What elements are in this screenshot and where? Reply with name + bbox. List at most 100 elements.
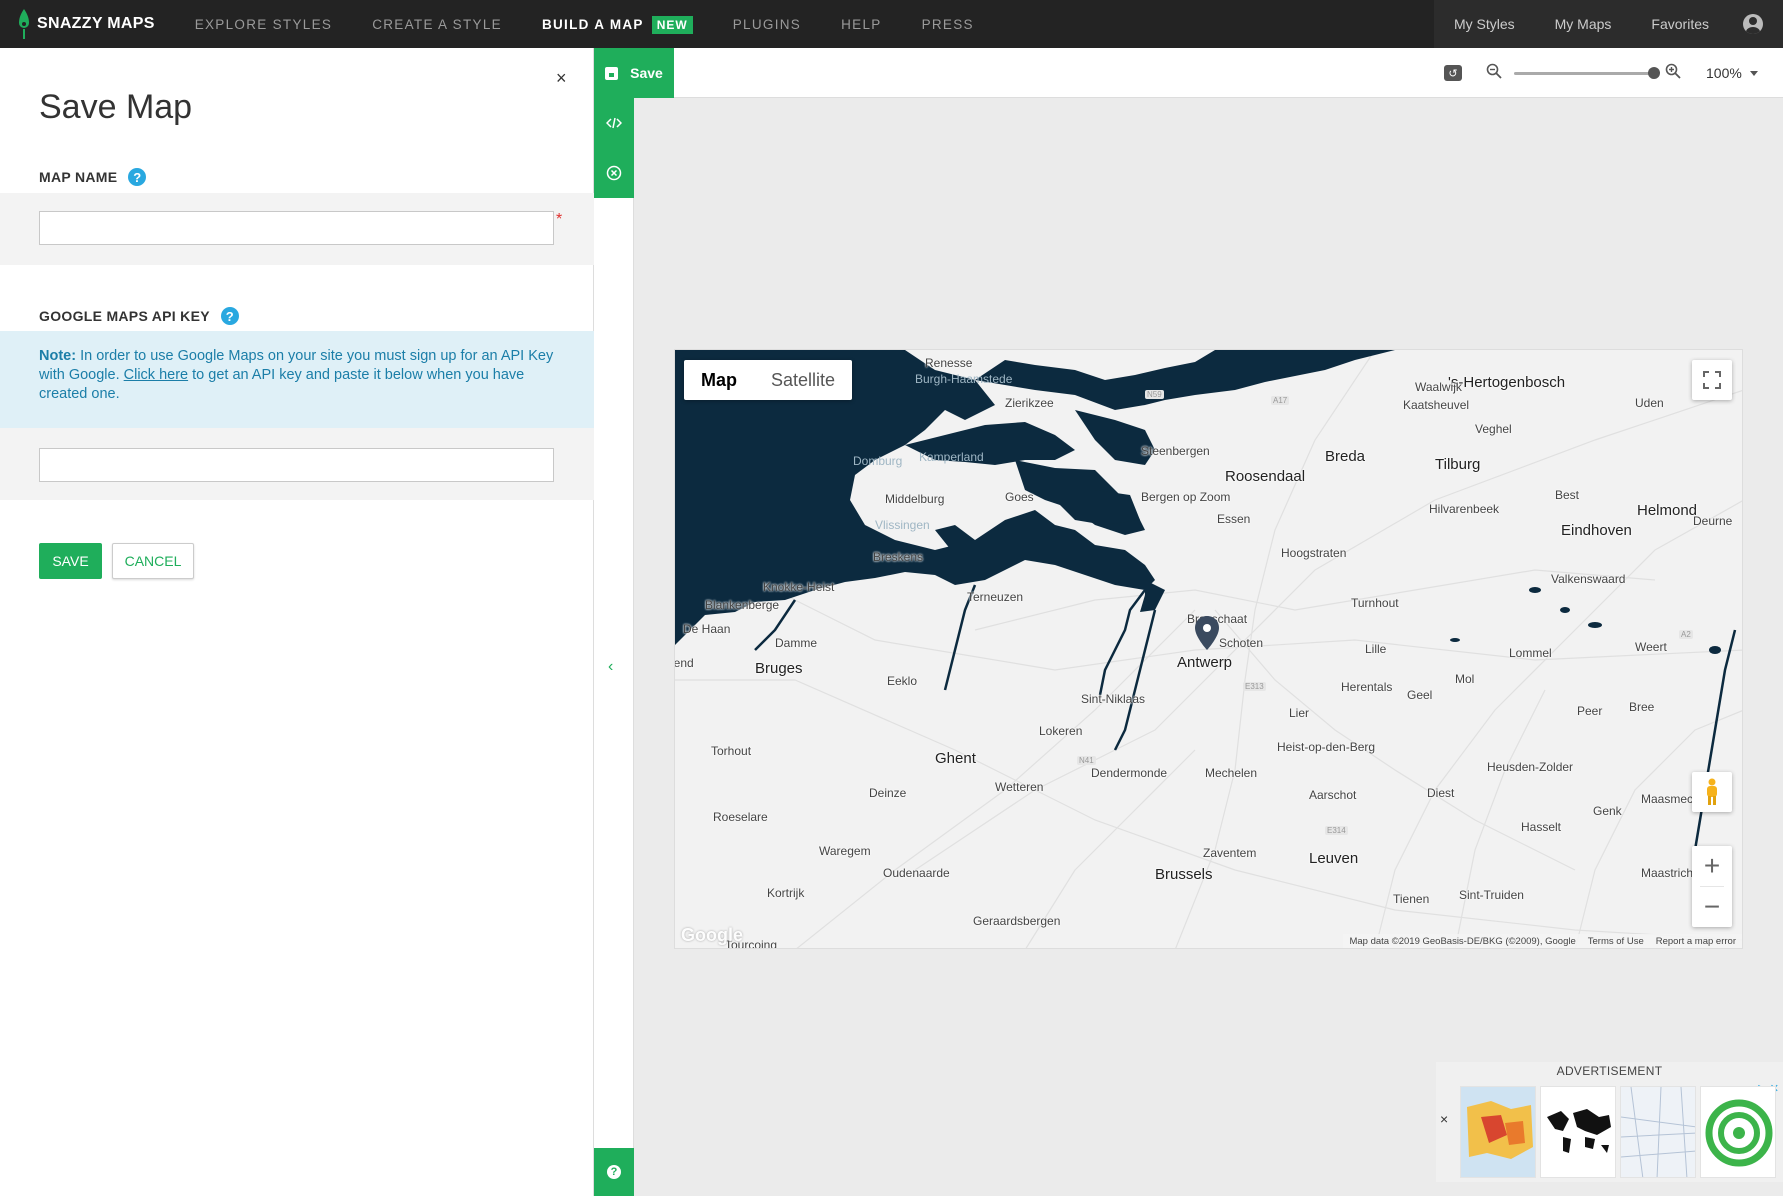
map-place-label: Zierikzee [1005, 396, 1054, 410]
page-title: Save Map [39, 88, 193, 126]
map-place-label: Uden [1635, 396, 1664, 410]
fullscreen-icon [1703, 371, 1721, 389]
map-place-label: Veghel [1475, 422, 1512, 436]
map-place-label: Kamperland [919, 450, 984, 464]
clear-button[interactable] [594, 148, 634, 198]
map-type-map-button[interactable]: Map [684, 360, 754, 400]
zoom-level-select[interactable]: 100% [1706, 65, 1758, 81]
map-place-label: Waregem [819, 844, 871, 858]
top-navigation: SNAZZY MAPS EXPLORE STYLES CREATE A STYL… [0, 0, 1783, 48]
map-place-label: Waalwijk [1415, 380, 1462, 394]
nav-press[interactable]: PRESS [922, 17, 974, 32]
map-place-label: Torhout [711, 744, 752, 758]
reset-icon[interactable]: ↺ [1444, 65, 1462, 81]
map-place-label: Heusden-Zolder [1487, 760, 1574, 774]
map-type-satellite-button[interactable]: Satellite [754, 360, 852, 400]
map-place-label: Damme [775, 636, 818, 650]
pegman-icon [1707, 778, 1717, 805]
zoom-slider-handle[interactable] [1648, 67, 1660, 79]
required-marker: * [556, 211, 563, 228]
click-here-link[interactable]: Click here [124, 367, 188, 383]
nav-my-maps[interactable]: My Maps [1535, 16, 1632, 32]
map-place-label: Ghent [935, 750, 976, 767]
brand-name: SNAZZY MAPS [37, 15, 155, 32]
map-place-label: Schoten [1219, 636, 1264, 650]
map-zoom-out-button[interactable]: − [1692, 887, 1732, 927]
save-button[interactable]: SAVE [39, 543, 102, 579]
map-place-label: Sint-Niklaas [1081, 692, 1146, 706]
map-place-label: Lier [1289, 706, 1310, 720]
ad-thumbnail[interactable] [1700, 1086, 1776, 1178]
api-key-label-text: GOOGLE MAPS API KEY [39, 308, 210, 324]
map-place-label: Knokke-Heist [763, 580, 835, 594]
map-place-label: Kortrijk [767, 886, 805, 900]
map-place-label: Terneuzen [967, 590, 1024, 604]
embed-code-button[interactable] [594, 98, 634, 148]
road-shield: A17 [1271, 396, 1290, 405]
nav-plugins[interactable]: PLUGINS [733, 17, 801, 32]
map-place-label: Hoogstraten [1281, 546, 1347, 560]
map-place-label: Goes [1005, 490, 1034, 504]
nav-create-a-style[interactable]: CREATE A STYLE [372, 17, 502, 32]
nav-build-a-map-label: BUILD A MAP [541, 16, 644, 32]
map-place-label: Peer [1577, 704, 1603, 718]
map-place-label: Herentals [1341, 680, 1393, 694]
help-button[interactable]: ? [594, 1148, 634, 1196]
help-icon[interactable]: ? [220, 307, 239, 325]
nav-build-a-map[interactable]: BUILD A MAP NEW [541, 15, 693, 34]
nav-explore-styles[interactable]: EXPLORE STYLES [195, 17, 333, 32]
map-attribution: Map data ©2019 GeoBasis-DE/BKG (©2009), … [1343, 934, 1742, 948]
brand-logo[interactable]: SNAZZY MAPS [0, 0, 155, 48]
zoom-in-icon[interactable] [1665, 63, 1681, 79]
map-place-label: De Haan [683, 622, 731, 636]
user-circle-icon[interactable] [1743, 14, 1763, 34]
map-name-input[interactable] [39, 211, 554, 245]
nav-favorites[interactable]: Favorites [1631, 16, 1729, 32]
map-place-label: Dendermonde [1091, 766, 1168, 780]
map-place-label: Deinze [869, 786, 907, 800]
ad-thumbnail[interactable] [1540, 1086, 1616, 1178]
report-map-error-link[interactable]: Report a map error [1650, 936, 1742, 947]
map-place-label: Eindhoven [1561, 522, 1632, 539]
map-place-label: Vlissingen [875, 518, 930, 532]
chevron-left-icon[interactable]: ‹ [608, 658, 613, 676]
zoom-out-icon[interactable] [1486, 63, 1502, 79]
map-place-label: Steenbergen [1141, 444, 1210, 458]
map-place-label: Maastricht [1641, 866, 1697, 880]
nav-my-styles[interactable]: My Styles [1434, 16, 1535, 32]
cancel-button[interactable]: CANCEL [112, 543, 194, 579]
map-place-label: Ostend [674, 656, 694, 670]
map-place-label: Leuven [1309, 850, 1359, 867]
fullscreen-button[interactable] [1692, 360, 1732, 400]
map-place-label: Heist-op-den-Berg [1277, 740, 1376, 754]
map-type-control: Map Satellite [684, 360, 853, 400]
toolbar-save-button[interactable]: Save [594, 48, 674, 98]
advertisement: ADVERTISEMENT × ▷ ✕ [1436, 1062, 1783, 1182]
map-place-label: Lokeren [1039, 724, 1083, 738]
map-toolbar: Save ↺ 100% [594, 48, 1783, 98]
terms-of-use-link[interactable]: Terms of Use [1582, 936, 1650, 947]
ad-thumbnail[interactable] [1620, 1086, 1696, 1178]
toolbar-save-label: Save [630, 65, 663, 81]
street-view-pegman[interactable] [1692, 772, 1732, 812]
close-icon[interactable]: × [556, 68, 567, 89]
map-place-label: Tilburg [1435, 456, 1481, 473]
nav-help[interactable]: HELP [841, 17, 881, 32]
caret-down-icon [1749, 70, 1758, 76]
map-place-label: Deurne [1693, 514, 1733, 528]
save-disk-icon [605, 66, 619, 80]
google-logo: Google [681, 925, 743, 945]
zoom-slider-track[interactable] [1514, 72, 1654, 75]
map-place-label: Breskens [873, 550, 924, 564]
map-zoom-in-button[interactable]: + [1692, 846, 1732, 886]
help-icon[interactable]: ? [128, 168, 147, 186]
new-badge: NEW [651, 15, 693, 34]
map-place-label: 's-Hertogenbosch [1448, 374, 1566, 391]
map-preview[interactable]: Renesse Burgh-Haamstede Zierikzee Dombur… [674, 349, 1743, 949]
ad-close-icon[interactable]: × [1440, 1111, 1448, 1127]
api-key-input[interactable] [39, 448, 554, 482]
map-marker-icon[interactable] [1195, 616, 1219, 650]
map-place-label: Genk [1593, 804, 1622, 818]
map-pin-logo-icon [18, 9, 30, 39]
ad-thumbnail[interactable] [1460, 1086, 1536, 1178]
